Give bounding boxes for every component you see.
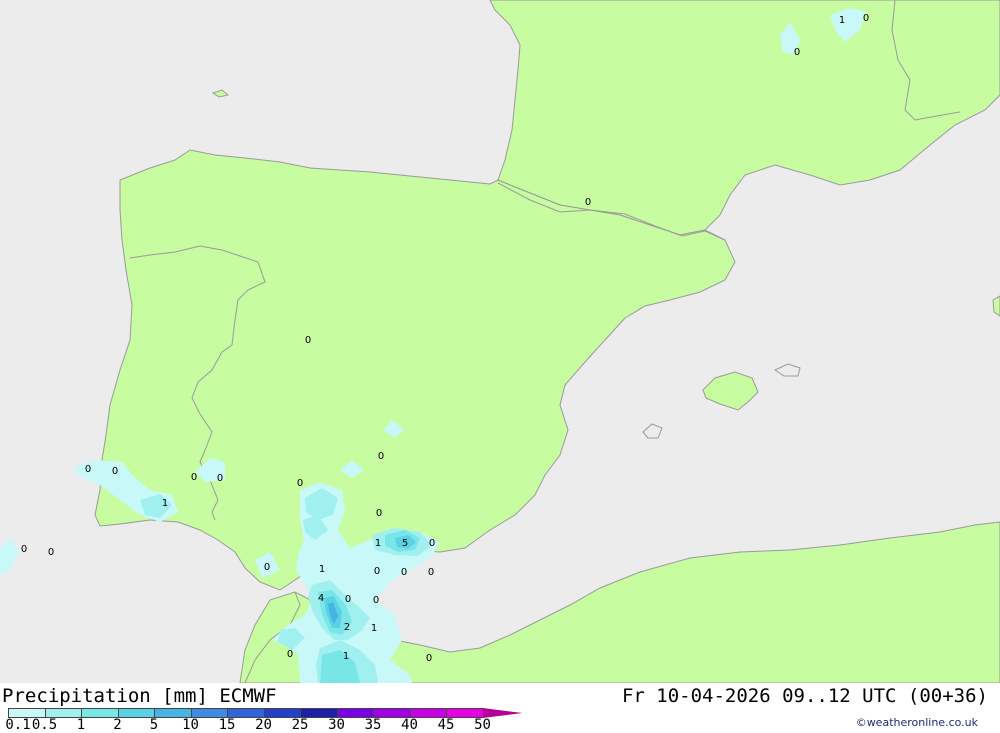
map-value: 0 <box>428 567 434 578</box>
map-value: 0 <box>191 472 197 483</box>
map-value: 1 <box>375 538 381 549</box>
map-value: 0 <box>305 335 311 346</box>
legend-label: 50 <box>474 717 491 733</box>
map-value: 0 <box>401 567 407 578</box>
legend-label: 35 <box>364 717 382 733</box>
legend-label: 0.1 <box>5 717 31 733</box>
legend-label: 30 <box>328 717 345 733</box>
credit-text: ©weatheronline.co.uk <box>855 716 978 729</box>
map-value: 0 <box>217 473 223 484</box>
map-value: 5 <box>402 538 408 549</box>
map-value: 1 <box>319 564 325 575</box>
legend-label: 25 <box>291 717 309 733</box>
map-value: 0 <box>112 466 118 477</box>
legend-label: 40 <box>401 717 418 733</box>
map-value: 0 <box>48 547 54 558</box>
map-value: 0 <box>429 538 435 549</box>
legend-label: 0.5 <box>31 717 58 733</box>
map-value: 0 <box>297 478 303 489</box>
map-value: 0 <box>287 649 293 660</box>
map-value: 0 <box>21 544 27 555</box>
map-value: 2 <box>344 622 350 633</box>
legend-label: 5 <box>149 717 159 733</box>
map-value: 0 <box>378 451 384 462</box>
legend-label: 20 <box>255 717 272 733</box>
map-value: 1 <box>839 15 845 26</box>
legend-label: 15 <box>218 717 236 733</box>
map-value: 0 <box>345 594 351 605</box>
map-value: 0 <box>376 508 382 519</box>
map-value: 1 <box>371 623 377 634</box>
forecast-timestamp: Fr 10-04-2026 09..12 UTC (00+36) <box>621 685 988 707</box>
map-value: 4 <box>318 593 324 604</box>
map-title: Precipitation [mm] ECMWF <box>2 685 277 707</box>
map-footer: Precipitation [mm] ECMWF Fr 10-04-2026 0… <box>0 683 1000 733</box>
map-value: 0 <box>585 197 591 208</box>
precipitation-map: 1 0 0 0 0 0 0 0 0 1 0 0 0 0 1 5 0 0 1 0 … <box>0 0 1000 683</box>
map-value: 0 <box>426 653 432 664</box>
legend-label: 45 <box>437 717 455 733</box>
map-value: 0 <box>374 566 380 577</box>
legend-label: 1 <box>76 717 86 733</box>
legend-label: 2 <box>113 717 122 733</box>
map-value: 0 <box>863 13 869 24</box>
map-value: 0 <box>794 47 800 58</box>
map-value: 0 <box>264 562 270 573</box>
map-value: 1 <box>343 651 349 662</box>
map-value: 0 <box>85 464 91 475</box>
map-value: 1 <box>162 498 168 509</box>
legend-label: 10 <box>182 717 199 733</box>
map-value: 0 <box>373 595 379 606</box>
